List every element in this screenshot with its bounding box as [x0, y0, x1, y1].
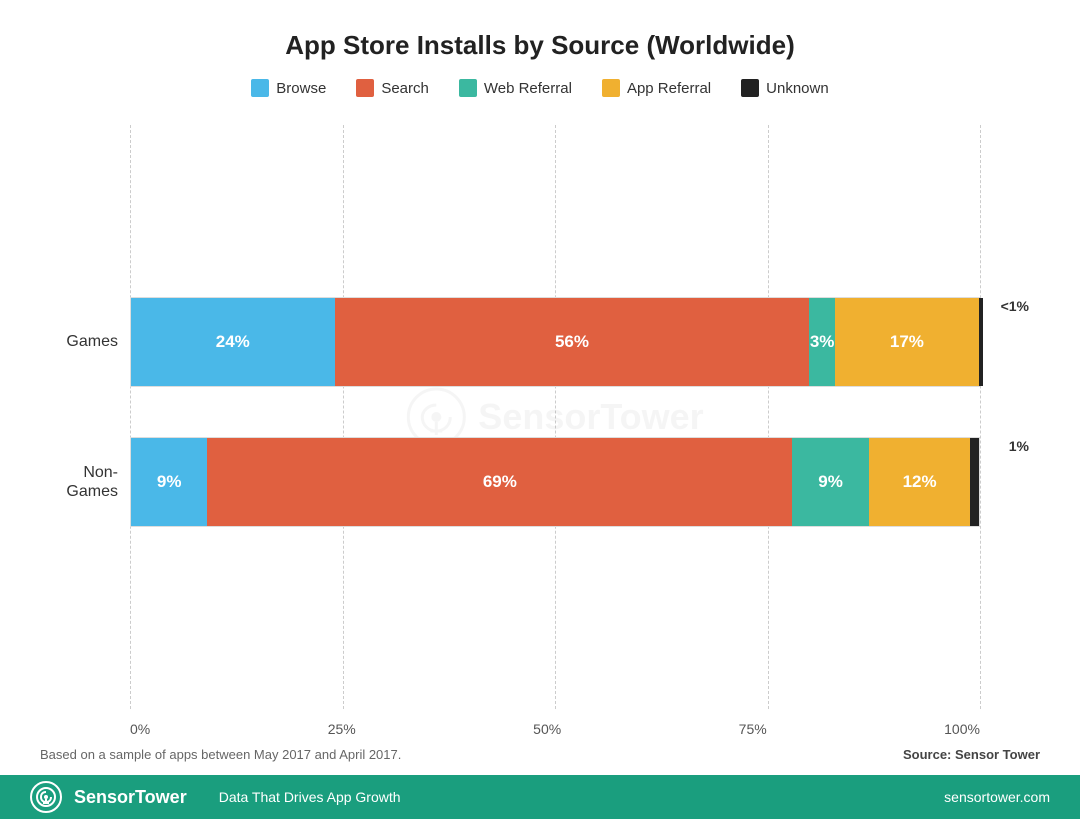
- bar-segment-3: 12%: [869, 438, 971, 526]
- bar-segment-4: [970, 438, 978, 526]
- legend-item-search: Search: [356, 79, 429, 97]
- x-axis-label: 50%: [533, 721, 561, 737]
- brand-tagline: Data That Drives App Growth: [219, 789, 401, 805]
- overflow-label: 1%: [1009, 438, 1029, 454]
- legend-label: Browse: [276, 80, 326, 97]
- bar-category-label: Games: [33, 332, 118, 351]
- x-axis-label: 0%: [130, 721, 150, 737]
- x-axis-label: 75%: [739, 721, 767, 737]
- legend-label: Unknown: [766, 80, 829, 97]
- bar-segment-0: 9%: [131, 438, 207, 526]
- brand-url: sensortower.com: [944, 789, 1050, 805]
- bar-row-0: Games24%56%3%17%<1%: [130, 297, 980, 387]
- bottom-bar-left: SensorTower Data That Drives App Growth: [30, 781, 401, 813]
- bar-wrapper: 24%56%3%17%<1%: [130, 297, 980, 387]
- bar-segment-1: 56%: [335, 298, 810, 386]
- bar-wrapper: 9%69%9%12%1%: [130, 437, 980, 527]
- bar-category-label: Non- Games: [33, 463, 118, 501]
- bar-segment-0: 24%: [131, 298, 335, 386]
- x-axis: 0% 25% 50% 75% 100%: [130, 721, 980, 737]
- overflow-label: <1%: [1001, 298, 1029, 314]
- legend-item-app-referral: App Referral: [602, 79, 711, 97]
- chart-title: App Store Installs by Source (Worldwide): [40, 30, 1040, 61]
- footer-source: Source: Sensor Tower: [903, 747, 1040, 762]
- bar-segment-2: 9%: [792, 438, 868, 526]
- brand-icon: [30, 781, 62, 813]
- legend-item-web-referral: Web Referral: [459, 79, 572, 97]
- legend: Browse Search Web Referral App Referral …: [40, 79, 1040, 97]
- legend-label: Search: [381, 80, 429, 97]
- legend-item-unknown: Unknown: [741, 79, 829, 97]
- footer-note: Based on a sample of apps between May 20…: [40, 747, 401, 762]
- footer: Based on a sample of apps between May 20…: [40, 737, 1040, 767]
- chart-container: App Store Installs by Source (Worldwide)…: [0, 0, 1080, 767]
- bar-segment-3: 17%: [835, 298, 979, 386]
- legend-item-browse: Browse: [251, 79, 326, 97]
- brand-name: SensorTower: [74, 787, 187, 808]
- legend-color: [356, 79, 374, 97]
- gridlines: [130, 125, 980, 709]
- bar-row-1: Non- Games9%69%9%12%1%: [130, 437, 980, 527]
- chart-area: SensorTower Games24%56%3%17%<1%Non- Game…: [40, 125, 1040, 737]
- legend-color: [602, 79, 620, 97]
- bar-segment-1: 69%: [207, 438, 792, 526]
- bars-section: SensorTower Games24%56%3%17%<1%Non- Game…: [130, 125, 980, 709]
- bar-segment-2: 3%: [809, 298, 834, 386]
- legend-label: Web Referral: [484, 80, 572, 97]
- bottom-bar: SensorTower Data That Drives App Growth …: [0, 775, 1080, 819]
- legend-label: App Referral: [627, 80, 711, 97]
- x-axis-label: 25%: [328, 721, 356, 737]
- legend-color: [251, 79, 269, 97]
- legend-color: [741, 79, 759, 97]
- x-axis-label: 100%: [944, 721, 980, 737]
- legend-color: [459, 79, 477, 97]
- bar-segment-4: [979, 298, 983, 386]
